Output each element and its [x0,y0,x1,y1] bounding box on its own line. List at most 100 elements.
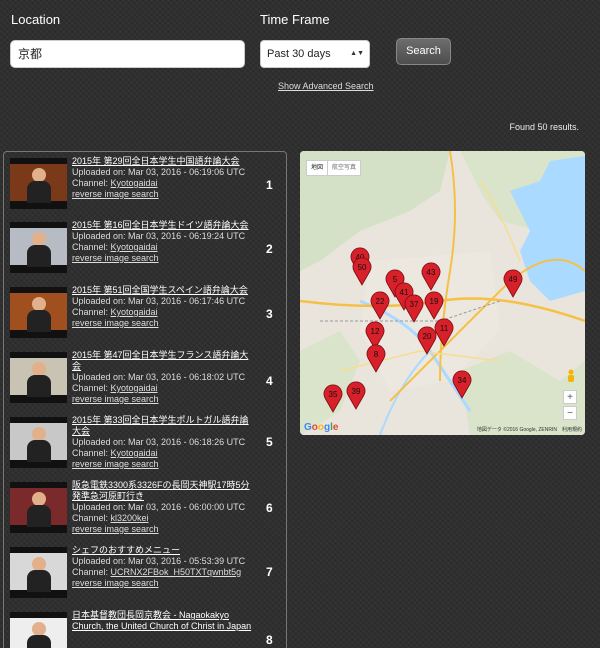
result-row[interactable]: 2015年 第51回全国学生スペイン語弁論大会 Uploaded on: Mar … [4,281,286,345]
result-title-link[interactable]: 2015年 第51回全国学生スペイン語弁論大会 [72,285,252,296]
result-row[interactable]: シェフのおすすめメニュー Uploaded on: Mar 03, 2016 - … [4,541,286,605]
result-number: 5 [266,435,273,449]
result-text: 2015年 第47回全日本学生フランス語弁論大会 Uploaded on: Mar… [72,350,252,405]
results-list[interactable]: 2015年 第29回全日本学生中国語弁論大会 Uploaded on: Mar 0… [3,151,287,648]
channel-line: Channel: UCRNX2FBok_H50TXTqwnbt5g [72,567,242,577]
result-row[interactable]: 2015年 第29回全日本学生中国語弁論大会 Uploaded on: Mar 0… [4,152,286,216]
result-title-link[interactable]: 日本基督教団長岡京教会 - Nagaokakyo Church, the Uni… [72,610,252,632]
map-marker-label: 19 [430,297,439,306]
location-input[interactable]: 京都 [10,40,245,68]
result-number: 2 [266,242,273,256]
map-attribution[interactable]: 地図データ ©2016 Google, ZENRIN 利用規約 [477,426,582,433]
result-text: 2015年 第29回全日本学生中国語弁論大会 Uploaded on: Mar 0… [72,156,252,200]
map-marker-label: 8 [374,350,379,359]
video-thumbnail[interactable] [10,482,67,533]
map-marker-label: 37 [410,300,419,309]
channel-line: Channel: Kyotogaidai [72,383,158,393]
result-title-link[interactable]: 阪急電鉄3300系3326Fの長岡天神駅17時5分発準急河原町行き [72,480,252,502]
map-marker-label: 41 [400,288,409,297]
video-thumbnail[interactable] [10,612,67,648]
map-marker-label: 50 [358,263,367,272]
upload-date: Uploaded on: Mar 03, 2016 - 06:17:46 UTC [72,296,246,306]
result-title-link[interactable]: 2015年 第29回全日本学生中国語弁論大会 [72,156,252,167]
video-thumbnail[interactable] [10,352,67,403]
map-marker-label: 49 [509,275,518,284]
video-thumbnail[interactable] [10,417,67,468]
upload-date: Uploaded on: Mar 03, 2016 - 06:19:24 UTC [72,231,246,241]
map-marker-label: 12 [371,327,380,336]
caret-icon: ▲▼ [350,50,364,57]
result-title-link[interactable]: シェフのおすすめメニュー [72,545,252,556]
channel-link[interactable]: Kyotogaidai [111,383,158,393]
reverse-image-search-link[interactable]: reverse image search [72,189,252,200]
channel-line: Channel: Kyotogaidai [72,178,158,188]
upload-date: Uploaded on: Mar 03, 2016 - 06:19:06 UTC [72,167,246,177]
channel-link[interactable]: Kyotogaidai [111,242,158,252]
results-map[interactable]: 49 40 50 5 43 41 37 19 22 12 20 11 8 34 39 35 地図 航空写真 +… [300,151,585,435]
result-number: 7 [266,565,273,579]
channel-line: Channel: Kyotogaidai [72,448,158,458]
result-text: 2015年 第51回全国学生スペイン語弁論大会 Uploaded on: Mar … [72,285,252,329]
advanced-search-link[interactable]: Show Advanced Search [278,81,374,91]
timeframe-select[interactable]: Past 30 days ▲▼ [260,40,370,68]
reverse-image-search-link[interactable]: reverse image search [72,524,252,535]
reverse-image-search-link[interactable]: reverse image search [72,459,252,470]
map-marker-label: 5 [393,275,398,284]
result-title-link[interactable]: 2015年 第16回全日本学生ドイツ語弁論大会 [72,220,252,231]
reverse-image-search-link[interactable]: reverse image search [72,318,252,329]
results-count: Found 50 results. [509,122,579,132]
upload-date: Uploaded on: Mar 03, 2016 - 06:18:26 UTC [72,437,246,447]
channel-link[interactable]: Kyotogaidai [111,307,158,317]
result-row[interactable]: 2015年 第16回全日本学生ドイツ語弁論大会 Uploaded on: Mar … [4,216,286,280]
timeframe-label: Time Frame [260,12,330,27]
pegman-icon[interactable] [565,369,577,385]
result-row[interactable]: 阪急電鉄3300系3326Fの長岡天神駅17時5分発準急河原町行き Uploade… [4,476,286,540]
map-marker-label: 43 [427,268,436,277]
channel-line: Channel: Kyotogaidai [72,307,158,317]
upload-date: Uploaded on: Mar 03, 2016 - 06:00:00 UTC [72,502,246,512]
map-marker-label: 20 [423,332,432,341]
channel-link[interactable]: kl3200kei [111,513,149,523]
reverse-image-search-link[interactable]: reverse image search [72,394,252,405]
reverse-image-search-link[interactable]: reverse image search [72,253,252,264]
result-row[interactable]: 日本基督教団長岡京教会 - Nagaokakyo Church, the Uni… [4,606,286,648]
result-number: 4 [266,374,273,388]
location-label: Location [11,12,61,27]
result-number: 6 [266,501,273,515]
result-number: 1 [266,178,273,192]
result-number: 3 [266,307,273,321]
reverse-image-search-link[interactable]: reverse image search [72,578,252,589]
video-thumbnail[interactable] [10,158,67,209]
channel-line: Channel: Kyotogaidai [72,242,158,252]
channel-link[interactable]: Kyotogaidai [111,178,158,188]
zoom-in-button[interactable]: + [563,390,577,404]
channel-line: Channel: kl3200kei [72,513,149,523]
result-title-link[interactable]: 2015年 第47回全日本学生フランス語弁論大会 [72,350,252,372]
map-canvas[interactable]: 4940505434137 19221220118343935 [300,151,585,435]
upload-date: Uploaded on: Mar 03, 2016 - 05:53:39 UTC [72,556,246,566]
map-type-button[interactable]: 地図 [306,160,329,176]
result-row[interactable]: 2015年 第47回全日本学生フランス語弁論大会 Uploaded on: Mar… [4,346,286,410]
result-title-link[interactable]: 2015年 第33回全日本学生ポルトガル語弁論大会 [72,415,252,437]
upload-date: Uploaded on: Mar 03, 2016 - 06:18:02 UTC [72,372,246,382]
result-text: 2015年 第33回全日本学生ポルトガル語弁論大会 Uploaded on: Ma… [72,415,252,470]
channel-link[interactable]: Kyotogaidai [111,448,158,458]
result-text: 日本基督教団長岡京教会 - Nagaokakyo Church, the Uni… [72,610,252,632]
map-marker-label: 34 [458,376,467,385]
result-text: 2015年 第16回全日本学生ドイツ語弁論大会 Uploaded on: Mar … [72,220,252,264]
zoom-out-button[interactable]: − [563,406,577,420]
result-number: 8 [266,633,273,647]
result-text: シェフのおすすめメニュー Uploaded on: Mar 03, 2016 - … [72,545,252,589]
video-thumbnail[interactable] [10,547,67,598]
video-thumbnail[interactable] [10,222,67,273]
satellite-button[interactable]: 航空写真 [327,160,362,176]
result-row[interactable]: 2015年 第33回全日本学生ポルトガル語弁論大会 Uploaded on: Ma… [4,411,286,475]
video-thumbnail[interactable] [10,287,67,338]
search-button[interactable]: Search [396,38,451,65]
result-text: 阪急電鉄3300系3326Fの長岡天神駅17時5分発準急河原町行き Uploade… [72,480,252,535]
map-marker-label: 11 [440,324,449,333]
channel-link[interactable]: UCRNX2FBok_H50TXTqwnbt5g [111,567,242,577]
map-marker-label: 35 [329,390,338,399]
timeframe-value: Past 30 days [267,48,331,60]
map-marker-label: 22 [376,297,385,306]
